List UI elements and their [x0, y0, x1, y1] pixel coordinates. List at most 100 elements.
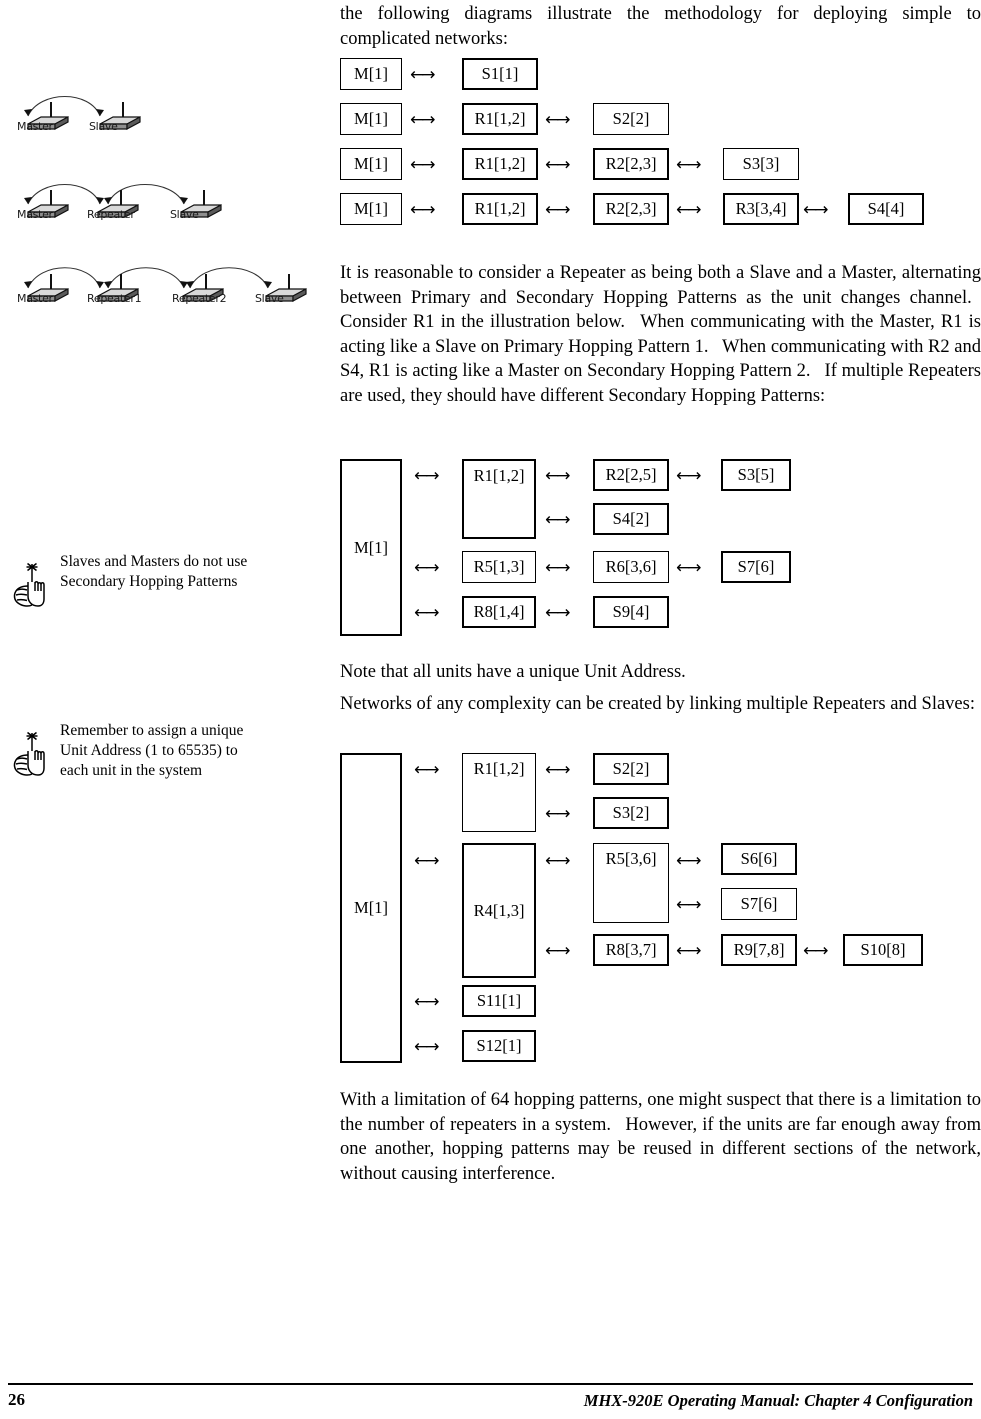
network-node-m1: M[1]: [340, 459, 402, 636]
diagram-complex-multi-repeater-network: M[1] R1[1,2] S2[2] S3[2] R4[1,3] R5[3,6] S6[6]…: [340, 753, 981, 1068]
network-node-r513: R5[1,3]: [462, 551, 536, 583]
device-label: Slave: [89, 120, 118, 133]
device-master: Master: [17, 100, 71, 133]
network-node-r112: R1[1,2]: [462, 148, 538, 180]
network-node-r636: R6[3,6]: [593, 551, 669, 583]
network-node-r112: R1[1,2]: [462, 103, 538, 135]
paragraph-limitation: With a limitation of 64 hopping patterns…: [340, 1090, 981, 1184]
device-label: Master: [17, 292, 53, 305]
network-node-r536: R5[3,6]: [593, 843, 669, 923]
network-node-s42: S4[2]: [593, 503, 669, 535]
network-node-m1: M[1]: [340, 193, 402, 225]
network-node-m1: M[1]: [340, 103, 402, 135]
bidirectional-link-icon: ←→: [414, 603, 439, 623]
device-body: [25, 188, 71, 219]
network-node-s32: S3[2]: [593, 797, 669, 829]
bidirectional-link-icon: ←→: [414, 466, 439, 486]
bidirectional-link-icon: ←→: [410, 200, 435, 220]
device-slave: Slave: [255, 272, 309, 305]
device-repeater: Repeater: [87, 188, 141, 221]
network-node-m1: M[1]: [340, 753, 402, 1063]
bidirectional-link-icon: ←→: [545, 110, 570, 130]
network-node-r223: R2[2,3]: [593, 193, 669, 225]
paragraph-repeater: It is reasonable to consider a Repeater …: [340, 263, 981, 406]
network-node-r334: R3[3,4]: [723, 193, 799, 225]
network-node-r837: R8[3,7]: [593, 934, 669, 966]
network-node-r225: R2[2,5]: [593, 459, 669, 491]
device-master: Master: [17, 188, 71, 221]
network-node-m1: M[1]: [340, 148, 402, 180]
device-label: Slave: [170, 208, 199, 221]
bidirectional-link-icon: ←→: [414, 1037, 439, 1057]
bidirectional-link-icon: ←→: [545, 851, 570, 871]
bidirectional-link-icon: ←→: [545, 558, 570, 578]
bidirectional-link-icon: ←→: [676, 941, 701, 961]
device-repeater1: Repeater1: [87, 272, 142, 305]
note-text: Remember to assign a unique Unit Address…: [60, 722, 244, 779]
bidirectional-link-icon: ←→: [410, 65, 435, 85]
bidirectional-link-icon: ←→: [545, 804, 570, 824]
network-node-s121: S12[1]: [462, 1030, 536, 1062]
network-node-s11: S1[1]: [462, 58, 538, 90]
bidirectional-link-icon: ←→: [676, 558, 701, 578]
device-label: Master: [17, 120, 53, 133]
device-label: Slave: [255, 292, 284, 305]
device-body: [95, 188, 141, 219]
device-body: [95, 272, 141, 303]
pointing-hand-with-string-icon: [13, 562, 45, 607]
network-node-r413: R4[1,3]: [462, 843, 536, 978]
device-body: [180, 272, 226, 303]
paragraph-unique-address: Note that all units have a unique Unit A…: [340, 662, 686, 682]
bidirectional-link-icon: ←→: [676, 200, 701, 220]
bidirectional-link-icon: ←→: [414, 851, 439, 871]
device-body: [178, 188, 224, 219]
bidirectional-link-icon: ←→: [410, 110, 435, 130]
network-node-r112: R1[1,2]: [462, 459, 536, 539]
bidirectional-link-icon: ←→: [545, 603, 570, 623]
device-label: Repeater1: [87, 292, 142, 305]
bidirectional-link-icon: ←→: [676, 466, 701, 486]
bidirectional-link-icon: ←→: [545, 466, 570, 486]
device-label: Repeater2: [172, 292, 227, 305]
footer-divider: [8, 1383, 973, 1386]
margin-column: Master Slave Master Repeater Slave Maste…: [0, 0, 330, 1419]
device-repeater2: Repeater2: [172, 272, 227, 305]
device-master: Master: [17, 272, 71, 305]
bidirectional-link-icon: ←→: [410, 155, 435, 175]
network-node-r978: R9[7,8]: [721, 934, 797, 966]
note-text: Slaves and Masters do not use Secondary …: [60, 553, 248, 590]
paragraph-intro: the following diagrams illustrate the me…: [340, 4, 981, 49]
network-node-r814: R8[1,4]: [462, 596, 536, 628]
network-node-r223: R2[2,3]: [593, 148, 669, 180]
network-node-m1: M[1]: [340, 58, 402, 90]
bidirectional-link-icon: ←→: [676, 155, 701, 175]
bidirectional-link-icon: ←→: [545, 155, 570, 175]
footer-manual-title: MHX-920E Operating Manual: Chapter 4 Con…: [583, 1391, 973, 1410]
network-node-s108: S10[8]: [843, 934, 923, 966]
bidirectional-link-icon: ←→: [545, 510, 570, 530]
network-node-s76: S7[6]: [721, 888, 797, 920]
network-node-s111: S11[1]: [462, 985, 536, 1017]
bidirectional-link-icon: ←→: [676, 895, 701, 915]
footer-page-number: 26: [8, 1390, 25, 1409]
diagram-simple-to-complex-chains: M[1] S1[1] M[1] R1[1,2] S2[2] M[1] R1[1,2] R2[2…: [340, 58, 981, 233]
bidirectional-link-icon: ←→: [545, 941, 570, 961]
device-label: Repeater: [87, 208, 135, 221]
network-node-r112: R1[1,2]: [462, 753, 536, 832]
network-node-s22: S2[2]: [593, 103, 669, 135]
network-node-s94: S9[4]: [593, 596, 669, 628]
paragraph-networks: Networks of any complexity can be create…: [340, 694, 975, 714]
bidirectional-link-icon: ←→: [803, 941, 828, 961]
bidirectional-link-icon: ←→: [545, 200, 570, 220]
network-node-s44: S4[4]: [848, 193, 924, 225]
page: Master Slave Master Repeater Slave Maste…: [0, 0, 981, 1419]
network-node-s35: S3[5]: [721, 459, 791, 491]
bidirectional-link-icon: ←→: [414, 558, 439, 578]
network-node-s33: S3[3]: [723, 148, 799, 180]
device-slave: Slave: [170, 188, 224, 221]
bidirectional-link-icon: ←→: [803, 200, 828, 220]
device-body: [263, 272, 309, 303]
device-label: Master: [17, 208, 53, 221]
device-body: [25, 100, 71, 131]
device-slave: Slave: [89, 100, 143, 133]
